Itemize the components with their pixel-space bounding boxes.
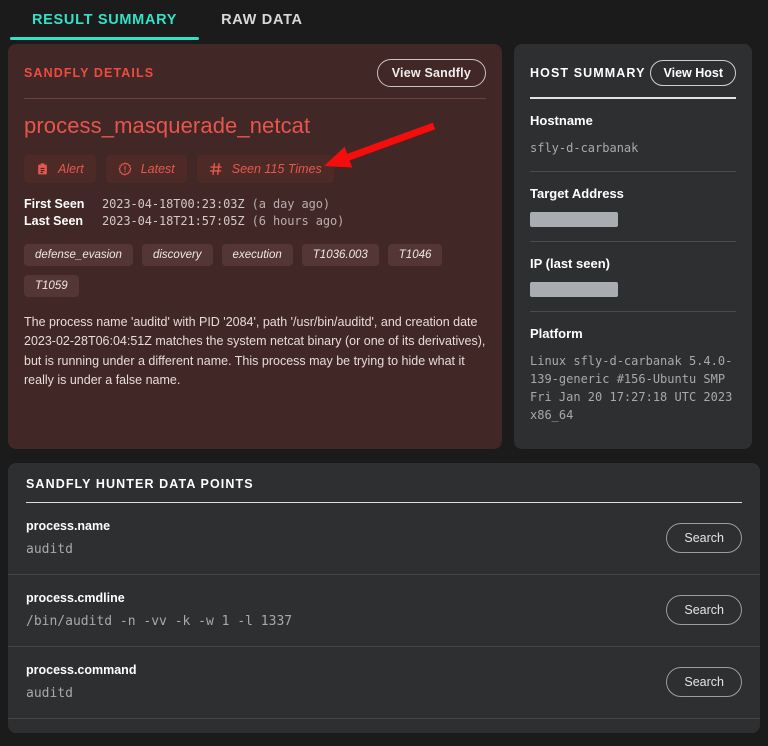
sandfly-name: process_masquerade_netcat [24,113,311,138]
data-point-key: process.name [26,519,111,533]
view-host-button[interactable]: View Host [650,60,736,86]
table-row: process.name auditd Search [8,503,760,575]
chip-alert-label: Alert [58,162,84,176]
data-point-value: auditd [26,542,73,557]
tag-item[interactable]: T1059 [24,275,79,297]
data-point-cell: process.name auditd [26,519,110,557]
tag-item[interactable]: execution [221,244,293,266]
last-seen-row: Last Seen 2023-04-18T21:57:05Z (6 hours … [24,214,486,228]
sandfly-details-panel: SANDFLY DETAILS View Sandfly process_mas… [8,44,502,449]
hash-icon [209,162,223,176]
seen-timestamps: First Seen 2023-04-18T00:23:03Z (a day a… [24,197,486,228]
data-point-key: process.cmdline [26,591,125,605]
host-field-platform: Platform Linux sfly-d-carbanak 5.4.0-139… [530,326,736,424]
sandfly-panel-title: SANDFLY DETAILS [24,66,155,80]
data-point-value: /bin/auditd -n -vv -k -w 1 -l 1337 [26,614,293,629]
chip-seen-count[interactable]: Seen 115 Times [196,155,334,183]
host-summary-panel: HOST SUMMARY View Host Hostname sfly-d-c… [514,44,752,449]
tab-bar: RESULT SUMMARY RAW DATA [0,0,768,44]
first-seen-label: First Seen [24,197,85,211]
host-field-hostname-label: Hostname [530,113,593,128]
host-field-platform-label: Platform [530,326,583,341]
seal-exclamation-icon [118,162,132,176]
host-field-divider [530,311,736,312]
tab-result-summary-label: RESULT SUMMARY [32,12,178,28]
host-field-ip-last-seen-redacted [530,282,618,297]
sandfly-chip-group: Alert Latest Seen 115 Times [24,155,486,183]
host-field-target-address: Target Address [530,186,736,227]
data-point-cell: process.cmdline /bin/auditd -n -vv -k -w… [26,591,292,629]
host-field-hostname: Hostname sfly-d-carbanak [530,113,736,157]
data-point-value: auditd [26,686,73,701]
host-field-target-address-redacted [530,212,618,227]
last-seen-ago: (6 hours ago) [251,214,345,228]
chip-seen-count-label: Seen 115 Times [231,162,322,176]
first-seen-ago: (a day ago) [251,197,330,211]
first-seen-row: First Seen 2023-04-18T00:23:03Z (a day a… [24,197,486,211]
data-point-key: process.command [26,663,137,677]
tag-list: defense_evasion discovery execution T103… [24,244,472,297]
data-point-cell: process.command auditd [26,663,136,701]
search-button[interactable]: Search [666,595,742,625]
tag-item[interactable]: T1046 [387,244,443,266]
search-button[interactable]: Search [666,523,742,553]
last-seen-timestamp: 2023-04-18T21:57:05Z [102,214,245,228]
last-seen-value: 2023-04-18T21:57:05Z (6 hours ago) [102,214,344,228]
sandfly-description: The process name 'auditd' with PID '2084… [24,315,486,388]
sandfly-panel-header: SANDFLY DETAILS View Sandfly [24,58,486,88]
hunter-panel-header: SANDFLY HUNTER DATA POINTS [8,477,760,491]
first-seen-value: 2023-04-18T00:23:03Z (a day ago) [102,197,330,211]
chip-latest[interactable]: Latest [105,155,187,183]
view-sandfly-button[interactable]: View Sandfly [376,59,486,87]
chip-latest-label: Latest [140,162,175,176]
host-field-target-address-label: Target Address [530,186,624,201]
hunter-data-points-panel: SANDFLY HUNTER DATA POINTS process.name … [8,463,760,733]
host-field-platform-value: Linux sfly-d-carbanak 5.4.0-139-generic … [530,354,733,422]
app-root: RESULT SUMMARY RAW DATA SANDFLY DETAILS … [0,0,768,746]
host-panel-divider [530,97,736,99]
tab-raw-data[interactable]: RAW DATA [199,10,325,40]
tag-item[interactable]: discovery [141,244,213,266]
search-button[interactable]: Search [666,667,742,697]
tag-item[interactable]: T1036.003 [301,244,379,266]
host-field-ip-last-seen-label: IP (last seen) [530,256,610,271]
sandfly-panel-divider [24,98,486,99]
table-row: process.command auditd Search [8,647,760,719]
tag-item[interactable]: defense_evasion [24,244,133,266]
tab-result-summary[interactable]: RESULT SUMMARY [10,10,200,40]
tab-raw-data-label: RAW DATA [221,12,303,28]
table-row: process.cmdline /bin/auditd -n -vv -k -w… [8,575,760,647]
chip-alert[interactable]: Alert [24,155,96,183]
hunter-panel-title: SANDFLY HUNTER DATA POINTS [26,477,254,491]
first-seen-timestamp: 2023-04-18T00:23:03Z [102,197,245,211]
top-row: SANDFLY DETAILS View Sandfly process_mas… [0,44,768,449]
last-seen-label: Last Seen [24,214,84,228]
host-panel-header: HOST SUMMARY View Host [530,58,736,88]
host-field-hostname-value: sfly-d-carbanak [530,141,639,155]
host-field-ip-last-seen: IP (last seen) [530,256,736,297]
host-field-divider [530,171,736,172]
clipboard-alert-icon [36,162,49,176]
host-panel-title: HOST SUMMARY [530,66,646,80]
host-field-divider [530,241,736,242]
